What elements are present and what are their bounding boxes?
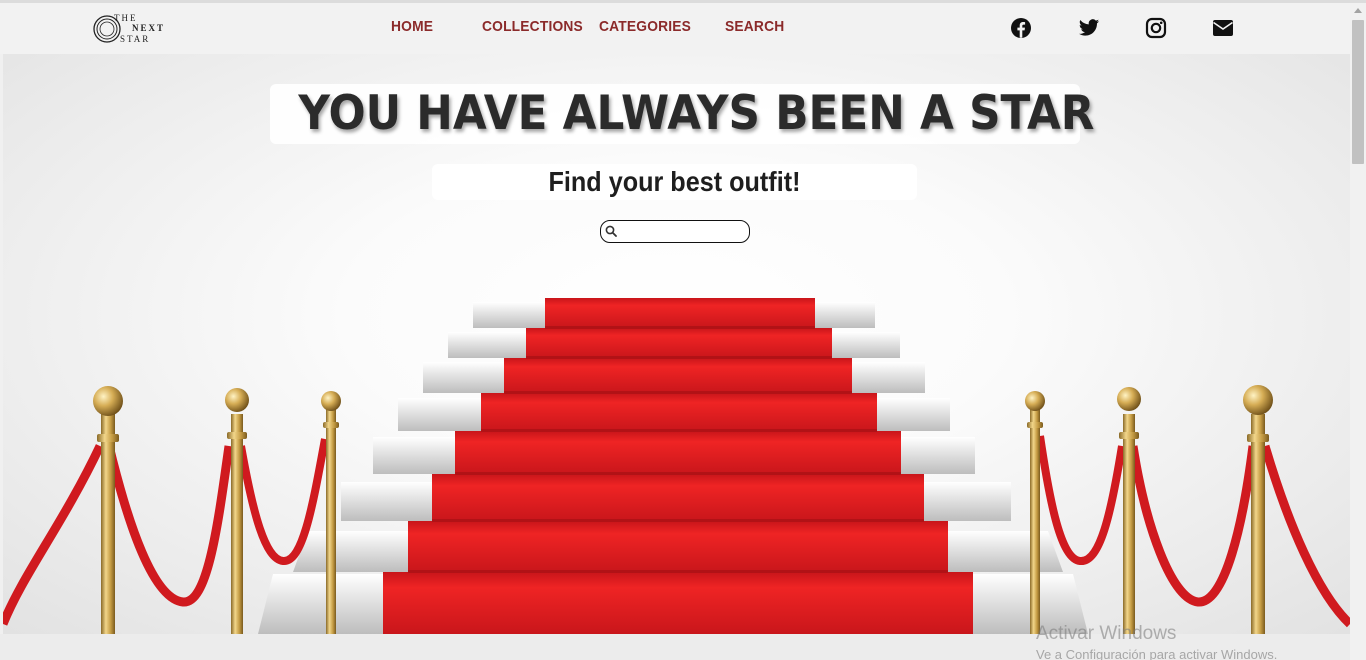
scrollbar-thumb[interactable] [1352,20,1364,164]
site-header: THE NEXT STAR HOME COLLECTIONS CATEGORIE… [0,3,1350,54]
subheadline-container: Find your best outfit! [432,164,917,200]
hero-subheadline: Find your best outfit! [548,166,801,197]
headline-container: YOU HAVE ALWAYS BEEN A STAR [270,84,1095,144]
stairs [258,298,1088,634]
twitter-icon[interactable] [1078,17,1100,39]
instagram-icon[interactable] [1145,17,1167,39]
vertical-scrollbar[interactable] [1350,3,1366,660]
search-icon [605,225,617,237]
hero-search-input[interactable] [621,223,745,240]
windows-activation-watermark-text: Ve a Configuración para activar Windows. [1036,647,1278,660]
hero-search-box[interactable] [600,220,750,243]
logo-text-the: THE [114,13,138,23]
nav-home-link[interactable]: HOME [391,18,433,35]
nav-categories-link[interactable]: CATEGORIES [599,18,691,35]
site-logo[interactable]: THE NEXT STAR [92,13,178,47]
windows-activation-watermark-title: Activar Windows [1036,623,1177,644]
hero-headline: YOU HAVE ALWAYS BEEN A STAR [298,86,1095,141]
hero-banner: YOU HAVE ALWAYS BEEN A STAR Find your be… [3,54,1350,634]
nav-search-link[interactable]: SEARCH [725,18,784,35]
logo-text-star: STAR [120,34,151,44]
logo-text-next: NEXT [132,23,166,33]
facebook-icon[interactable] [1010,17,1032,39]
envelope-icon[interactable] [1212,17,1234,39]
nav-collections-link[interactable]: COLLECTIONS [482,18,583,35]
scroll-up-arrow-icon[interactable] [1354,8,1362,13]
